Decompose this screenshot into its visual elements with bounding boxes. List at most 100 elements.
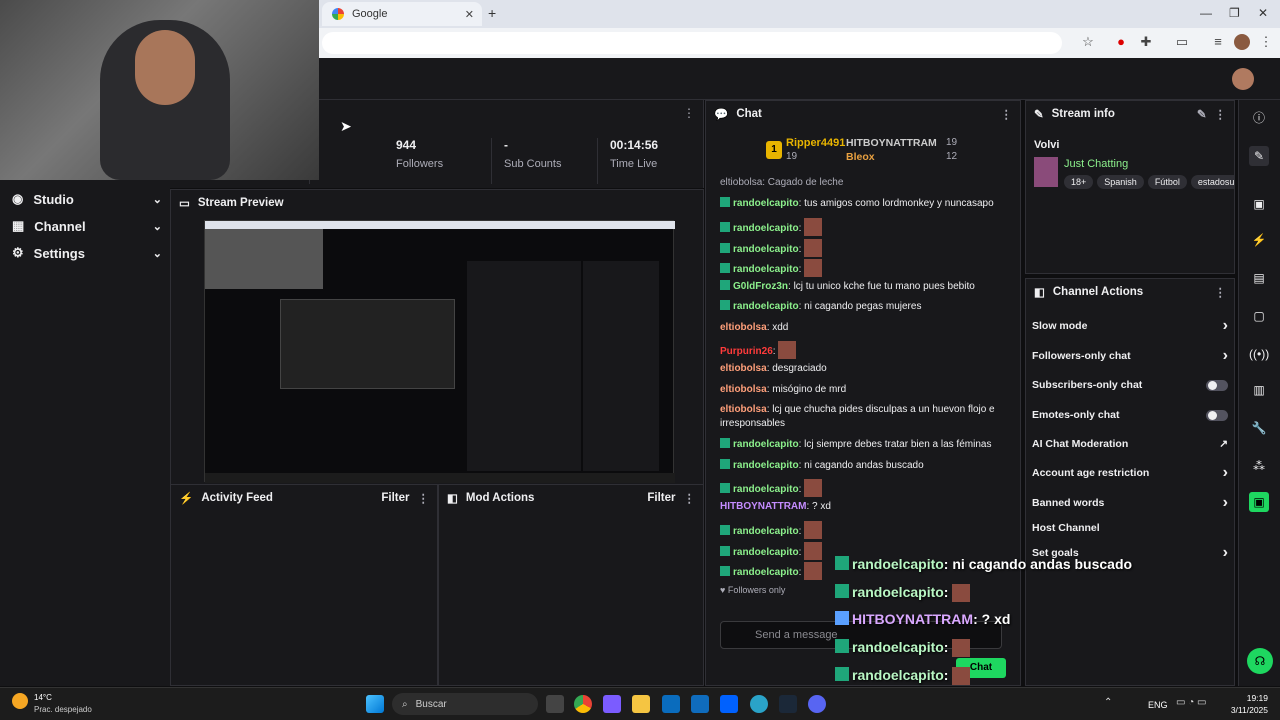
chat-username[interactable]: randoelcapito [733, 547, 799, 558]
chat-icon[interactable]: ▢ [1249, 306, 1269, 326]
chat-username[interactable]: randoelcapito [733, 198, 799, 209]
outlook-icon[interactable] [691, 695, 709, 713]
edge-icon[interactable] [750, 695, 768, 713]
chat-username[interactable]: randoelcapito [733, 301, 799, 312]
tag[interactable]: Fútbol [1147, 175, 1187, 189]
channel-action-item[interactable]: AI Chat Moderation ↗ [1032, 435, 1228, 453]
more-icon[interactable]: ⋮ [1258, 34, 1274, 50]
windows-start-icon[interactable] [366, 695, 384, 713]
filter-button[interactable]: Filter [381, 492, 409, 504]
chat-username[interactable]: randoelcapito [733, 264, 799, 275]
channel-action-item[interactable]: Subscribers-only chat [1032, 376, 1228, 394]
discord-icon[interactable] [808, 695, 826, 713]
bolt-icon[interactable]: ⚡ [1249, 230, 1269, 250]
more-icon[interactable]: ⋮ [1001, 107, 1013, 121]
channel-action-item[interactable]: Host Channel [1032, 519, 1228, 537]
toggle-switch[interactable] [1206, 379, 1228, 391]
dropbox-icon[interactable] [720, 695, 738, 713]
channel-action-label: AI Chat Moderation [1032, 438, 1129, 450]
extension-icon[interactable]: ▣ [1249, 492, 1269, 512]
preview-icon[interactable]: ▣ [1249, 194, 1269, 214]
chat-username[interactable]: randoelcapito [733, 223, 799, 234]
chevron-right-icon: › [1222, 494, 1228, 511]
more-icon[interactable]: ⋮ [1215, 285, 1227, 299]
maximize-icon[interactable]: ❐ [1229, 6, 1240, 20]
more-icon[interactable]: ⋮ [418, 491, 430, 505]
wrench-icon[interactable]: 🔧 [1249, 418, 1269, 438]
task-view-icon[interactable] [546, 695, 564, 713]
chat-username[interactable]: randoelcapito [733, 460, 799, 471]
chat-username[interactable]: randoelcapito [733, 439, 799, 450]
chat-username[interactable]: randoelcapito [733, 244, 799, 255]
browser-tab[interactable]: Google ✕ [322, 2, 482, 26]
clipboard-icon[interactable]: ▤ [1249, 268, 1269, 288]
chat-username[interactable]: eltiobolsa [720, 363, 767, 374]
chat-username[interactable]: randoelcapito [733, 526, 799, 537]
stream-category[interactable]: Just Chatting [1064, 158, 1128, 170]
filter-button[interactable]: Filter [647, 492, 675, 504]
chat-username[interactable]: eltiobolsa [720, 404, 767, 415]
copilot-icon[interactable] [603, 695, 621, 713]
minimize-icon[interactable]: — [1200, 6, 1212, 20]
panel-header: 💬 Chat ⋮ [706, 101, 1020, 127]
channel-action-item[interactable]: Emotes-only chat [1032, 406, 1228, 424]
more-icon[interactable]: ⋮ [683, 106, 695, 120]
chat-username[interactable]: HITBOYNATTRAM [720, 501, 806, 512]
tag[interactable]: estadosun [1190, 175, 1234, 189]
new-tab-icon[interactable]: + [488, 5, 496, 21]
chat-username[interactable]: G0ldFroz3n [733, 281, 788, 292]
leader-name: Bleox [846, 151, 875, 163]
language-indicator[interactable]: ENG [1148, 700, 1168, 710]
stat-timelive: 00:14:56 Time Live [598, 138, 704, 184]
steam-icon[interactable] [779, 695, 797, 713]
layout-icon[interactable]: ▥ [1249, 380, 1269, 400]
avatar[interactable] [1232, 68, 1254, 90]
channel-action-item[interactable]: Account age restriction › [1032, 464, 1228, 482]
network-icon[interactable]: ▭ ◔ ▭ [1176, 697, 1207, 708]
preview-video[interactable] [204, 220, 675, 483]
edit-icon[interactable]: ✎ [1197, 107, 1207, 121]
pencil-icon[interactable]: ✎ [1249, 146, 1269, 166]
taskbar-search[interactable]: ⌕ Buscar [392, 693, 538, 715]
address-bar[interactable] [322, 32, 1062, 54]
nodes-icon[interactable]: ⁂ [1249, 456, 1269, 476]
tag[interactable]: 18+ [1064, 175, 1094, 189]
tag[interactable]: Spanish [1097, 175, 1144, 189]
channel-action-item[interactable]: Slow mode › [1032, 317, 1228, 335]
emote-icon [804, 542, 823, 560]
nav-channel[interactable]: ▦ Channel ⌄ [12, 215, 162, 237]
chat-username[interactable]: eltiobolsa [720, 384, 767, 395]
info-icon[interactable]: ⓘ [1249, 108, 1269, 128]
clock-time[interactable]: 19:19 [1230, 693, 1268, 703]
explorer-icon[interactable] [632, 695, 650, 713]
user-badge-icon [720, 222, 730, 232]
more-icon[interactable]: ⋮ [684, 491, 696, 505]
nav-studio[interactable]: ◉ Studio ⌄ [12, 188, 162, 210]
chat-username[interactable]: randoelcapito [733, 567, 799, 578]
chat-username[interactable]: eltiobolsa [720, 322, 767, 333]
more-icon[interactable]: ⋮ [1215, 107, 1227, 121]
clock-date[interactable]: 3/11/2025 [1222, 705, 1268, 715]
queue-icon[interactable]: ≡ [1210, 34, 1226, 50]
extensions-icon[interactable]: ✚ [1138, 34, 1154, 50]
opera-icon[interactable]: ● [1113, 34, 1129, 50]
chat-username[interactable]: Purpurin26 [720, 346, 773, 357]
user-badge-icon [720, 525, 730, 535]
chrome-icon[interactable] [574, 695, 592, 713]
emote-icon [804, 562, 823, 580]
broadcast-icon[interactable]: ((•)) [1249, 344, 1269, 364]
store-icon[interactable] [662, 695, 680, 713]
close-window-icon[interactable]: ✕ [1258, 6, 1268, 20]
help-icon[interactable]: ☊ [1247, 648, 1273, 674]
channel-action-item[interactable]: Banned words › [1032, 494, 1228, 512]
nav-settings[interactable]: ⚙ Settings ⌄ [12, 242, 162, 264]
chat-username[interactable]: randoelcapito [733, 484, 799, 495]
star-icon[interactable]: ☆ [1080, 34, 1096, 50]
toggle-switch[interactable] [1206, 409, 1228, 421]
chevron-up-icon[interactable]: ⌃ [1104, 697, 1112, 708]
profile-icon[interactable] [1234, 34, 1250, 50]
panel-title: Stream info [1051, 108, 1115, 120]
channel-action-item[interactable]: Followers-only chat › [1032, 347, 1228, 365]
cast-icon[interactable]: ▭ [1174, 34, 1190, 50]
close-tab-icon[interactable]: ✕ [465, 8, 474, 21]
